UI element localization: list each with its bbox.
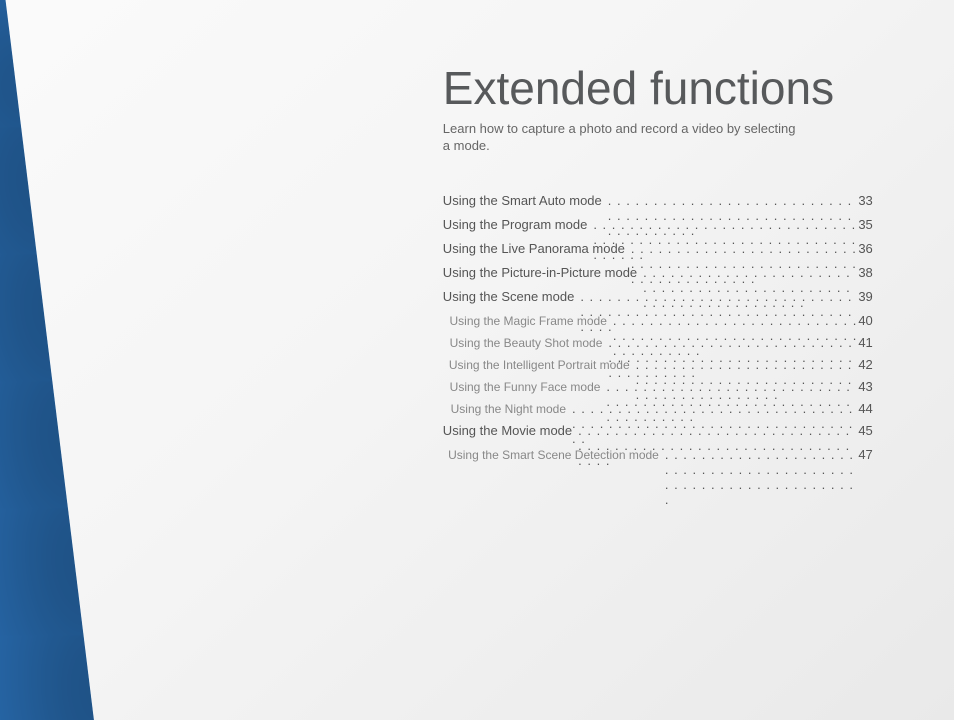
toc-entry-page: 41 [858, 335, 872, 350]
toc-entry-page: 42 [858, 357, 872, 372]
toc-entry[interactable]: Using the Night mode 44 [443, 401, 873, 423]
page-content: Extended functions Learn how to capture … [443, 63, 873, 469]
toc-entry-label: Using the Program mode [443, 217, 594, 232]
toc-entry[interactable]: Using the Smart Auto mode 33 [443, 193, 873, 217]
toc-entry-page: 38 [858, 265, 872, 280]
toc-entry-page: 39 [858, 289, 872, 304]
page-subtitle: Learn how to capture a photo and record … [443, 120, 803, 155]
toc-entry[interactable]: Using the Scene mode 39 [443, 289, 873, 313]
toc-entry-page: 44 [858, 401, 872, 416]
toc-entry-page: 33 [858, 193, 872, 208]
stage: Extended functions Learn how to capture … [0, 0, 954, 720]
toc-entry-label: Using the Live Panorama mode [443, 241, 631, 256]
toc-entry-label: Using the Movie mode [443, 423, 578, 438]
toc-entry-page: 43 [858, 379, 872, 394]
toc-entry-label: Using the Intelligent Portrait mode [449, 358, 636, 372]
toc-entry-label: Using the Beauty Shot mode [450, 336, 609, 350]
toc-entry-label: Using the Funny Face mode [450, 380, 607, 394]
toc-entry-page: 47 [858, 447, 872, 462]
toc-entry-label: Using the Smart Auto mode [443, 193, 608, 208]
toc-entry[interactable]: Using the Intelligent Portrait mode 42 [443, 357, 873, 379]
toc-entry[interactable]: Using the Magic Frame mode 40 [443, 313, 873, 335]
page-title: Extended functions [443, 63, 873, 114]
toc-entry[interactable]: Using the Picture-in-Picture mode 38 [443, 265, 873, 289]
toc-entry[interactable]: Using the Live Panorama mode 36 [443, 241, 873, 265]
toc-entry[interactable]: Using the Movie mode 45 [443, 423, 873, 447]
toc-entry-page: 40 [858, 313, 872, 328]
toc-entry-label: Using the Scene mode [443, 289, 581, 304]
toc-entry[interactable]: Using the Funny Face mode 43 [443, 379, 873, 401]
toc-entry[interactable]: Using the Program mode 35 [443, 217, 873, 241]
document-page: Extended functions Learn how to capture … [0, 0, 954, 720]
toc-leaders [665, 447, 858, 507]
toc-entry-label: Using the Smart Scene Detection mode [448, 448, 665, 462]
toc-entry-label: Using the Picture-in-Picture mode [443, 265, 643, 280]
toc-entry-page: 35 [858, 217, 872, 232]
toc-entry[interactable]: Using the Beauty Shot mode 41 [443, 335, 873, 357]
toc-entry-label: Using the Magic Frame mode [450, 314, 613, 328]
table-of-contents: Using the Smart Auto mode 33 Using the Pro… [443, 193, 873, 469]
toc-entry-page: 36 [858, 241, 872, 256]
toc-entry-label: Using the Night mode [451, 402, 572, 416]
toc-entry-page: 45 [858, 423, 872, 438]
